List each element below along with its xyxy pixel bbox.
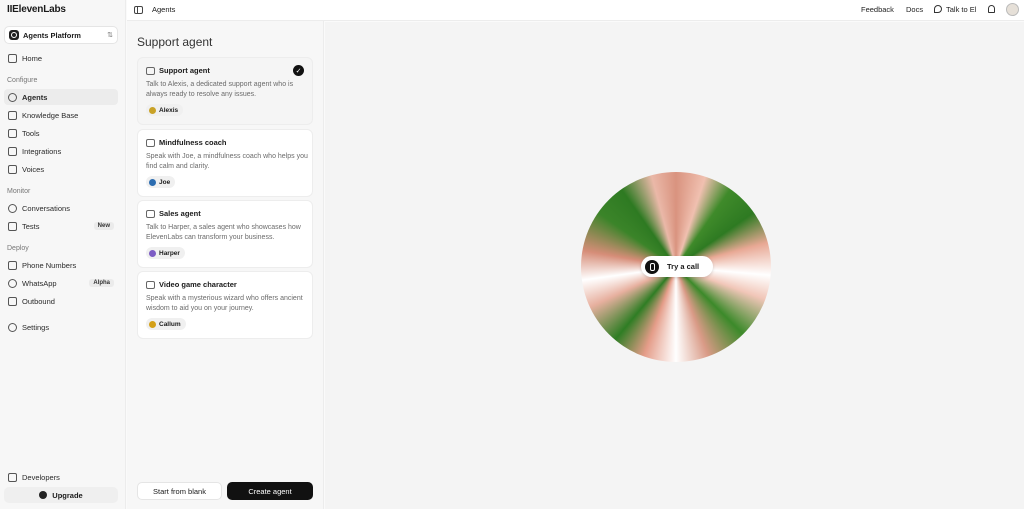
sidebar-item-settings[interactable]: Settings xyxy=(4,319,118,335)
sidebar-item-tools[interactable]: Tools xyxy=(4,125,118,141)
bell-icon[interactable] xyxy=(988,5,995,13)
create-agent-button[interactable]: Create agent xyxy=(227,482,313,500)
upgrade-icon xyxy=(39,491,48,499)
agent-card-mindfulness[interactable]: Mindfulness coach Speak with Joe, a mind… xyxy=(137,129,313,197)
chat-icon xyxy=(934,5,942,13)
avatar[interactable] xyxy=(1006,3,1019,16)
voice-chip: Joe xyxy=(146,176,176,188)
docs-link[interactable]: Docs xyxy=(906,5,923,14)
chevron-updown-icon: ⇅ xyxy=(107,31,113,39)
sidebar-item-home[interactable]: Home xyxy=(4,50,118,66)
platform-switcher[interactable]: Agents Platform ⇅ xyxy=(4,26,118,44)
voice-avatar-icon xyxy=(149,320,156,328)
alpha-badge: Alpha xyxy=(89,279,114,287)
breadcrumb: Agents xyxy=(152,5,176,14)
sidebar-item-voices[interactable]: Voices xyxy=(4,161,118,177)
sidebar-item-phone-numbers[interactable]: Phone Numbers xyxy=(4,257,118,273)
card-description: Talk to Harper, a sales agent who showca… xyxy=(146,224,301,241)
headset-icon xyxy=(146,67,155,75)
wrench-icon xyxy=(8,128,17,138)
wind-icon xyxy=(146,139,155,147)
gear-icon xyxy=(8,322,17,332)
handshake-icon xyxy=(146,210,155,218)
agent-card-support[interactable]: Support agent ✓ Talk to Alexis, a dedica… xyxy=(137,57,313,125)
page-title: Support agent xyxy=(137,35,213,49)
sidebar-toggle-icon[interactable] xyxy=(134,6,143,14)
microphone-icon xyxy=(645,259,659,274)
card-title: Video game character xyxy=(159,280,237,289)
section-configure: Configure xyxy=(7,77,38,84)
sidebar-item-developers[interactable]: Developers xyxy=(4,469,118,485)
card-title: Support agent xyxy=(159,66,210,75)
preview-stage: Try a call xyxy=(325,22,1024,509)
card-title: Mindfulness coach xyxy=(159,138,227,147)
agent-card-video-game[interactable]: Video game character Speak with a myster… xyxy=(137,271,313,339)
check-icon: ✓ xyxy=(293,65,304,76)
voice-chip: Alexis xyxy=(146,104,184,116)
sidebar-item-conversations[interactable]: Conversations xyxy=(4,200,118,216)
code-icon xyxy=(8,472,17,482)
sidebar-item-knowledge-base[interactable]: Knowledge Base xyxy=(4,107,118,123)
feedback-link[interactable]: Feedback xyxy=(861,5,894,14)
platform-icon xyxy=(9,30,19,40)
flask-icon xyxy=(8,221,17,231)
outbound-call-icon xyxy=(8,296,17,306)
voice-avatar-icon xyxy=(149,106,156,114)
voices-icon xyxy=(8,164,17,174)
new-badge: New xyxy=(93,222,114,230)
phone-icon xyxy=(8,260,17,270)
card-description: Talk to Alexis, a dedicated support agen… xyxy=(146,81,294,98)
sidebar: IIElevenLabs Agents Platform ⇅ Home Conf… xyxy=(0,0,126,509)
top-bar: Agents Feedback Docs Talk to El xyxy=(127,0,1024,21)
sidebar-item-outbound[interactable]: Outbound xyxy=(4,293,118,309)
voice-chip: Harper xyxy=(146,247,185,259)
agent-template-panel: Support agent Support agent ✓ Talk to Al… xyxy=(127,21,324,509)
card-description: Speak with a mysterious wizard who offer… xyxy=(146,295,303,312)
talk-to-el-link[interactable]: Talk to El xyxy=(946,5,976,14)
section-monitor: Monitor xyxy=(7,188,31,195)
book-icon xyxy=(8,110,17,120)
elevenlabs-logo[interactable]: IIElevenLabs xyxy=(7,4,66,15)
sidebar-item-agents[interactable]: Agents xyxy=(4,89,118,105)
gamepad-icon xyxy=(146,281,155,289)
agent-card-sales[interactable]: Sales agent Talk to Harper, a sales agen… xyxy=(137,200,313,268)
voice-chip: Callum xyxy=(146,318,186,330)
voice-avatar-icon xyxy=(149,249,156,257)
home-icon xyxy=(8,53,17,63)
try-a-call-button[interactable]: Try a call xyxy=(641,256,713,277)
sidebar-item-whatsapp[interactable]: WhatsApp Alpha xyxy=(4,275,118,291)
upgrade-button[interactable]: Upgrade xyxy=(4,487,118,503)
integrations-icon xyxy=(8,146,17,156)
voice-avatar-icon xyxy=(149,178,156,186)
chat-bubble-icon xyxy=(8,203,17,213)
card-title: Sales agent xyxy=(159,209,201,218)
platform-label: Agents Platform xyxy=(23,30,81,40)
agents-icon xyxy=(8,92,17,102)
whatsapp-icon xyxy=(8,278,17,288)
section-deploy: Deploy xyxy=(7,245,29,252)
card-description: Speak with Joe, a mindfulness coach who … xyxy=(146,153,308,170)
sidebar-item-tests[interactable]: Tests New xyxy=(4,218,118,234)
start-from-blank-button[interactable]: Start from blank xyxy=(137,482,222,500)
sidebar-item-integrations[interactable]: Integrations xyxy=(4,143,118,159)
